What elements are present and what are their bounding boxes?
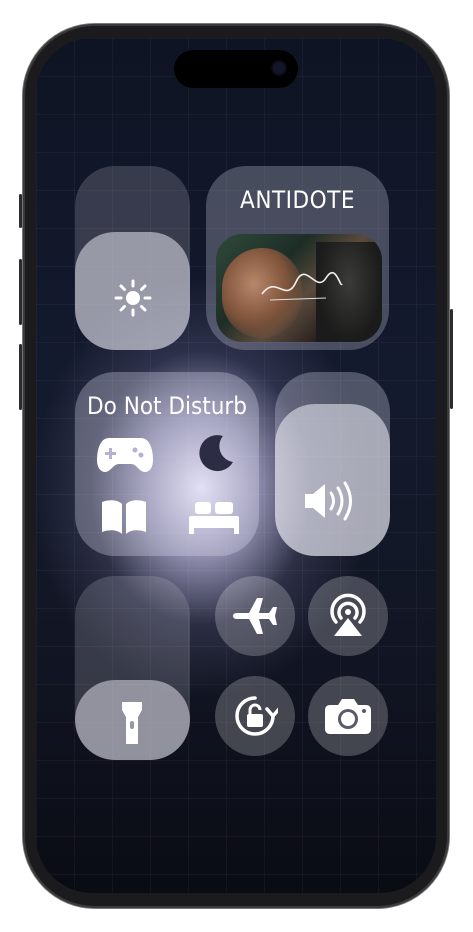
moon-icon[interactable]: [193, 432, 237, 476]
airplay-icon: [330, 593, 366, 636]
bed-icon[interactable]: [187, 498, 241, 536]
track-title: ANTIDOTE: [240, 186, 355, 214]
flashlight-slider[interactable]: [75, 576, 190, 760]
volume-down-button: [19, 344, 22, 410]
volume-up-button: [19, 259, 22, 325]
sun-icon: [113, 278, 153, 318]
volume-slider[interactable]: [275, 372, 390, 556]
power-button: [450, 309, 453, 409]
brightness-slider[interactable]: [75, 166, 190, 350]
gamecontroller-icon[interactable]: [95, 434, 155, 474]
focus-tile[interactable]: Do Not Disturb: [75, 372, 259, 556]
screen: ANTIDOTE Do Not Disturb: [36, 38, 436, 893]
airplane-icon: [233, 598, 277, 634]
speaker-icon: [303, 480, 363, 522]
rotation-lock-button[interactable]: [215, 676, 295, 756]
action-button: [19, 194, 22, 228]
airplane-mode-button[interactable]: [215, 576, 295, 656]
rotation-lock-icon: [235, 696, 278, 736]
artwork-signature: [261, 271, 343, 301]
flashlight-icon: [119, 700, 145, 746]
camera-button[interactable]: [308, 676, 388, 756]
camera-icon: [325, 699, 371, 734]
album-artwork[interactable]: [216, 234, 382, 342]
airplay-button[interactable]: [308, 576, 388, 656]
now-playing-tile[interactable]: ANTIDOTE: [206, 166, 389, 350]
focus-title: Do Not Disturb: [87, 392, 247, 420]
book-icon[interactable]: [100, 498, 148, 536]
front-camera: [273, 62, 285, 74]
